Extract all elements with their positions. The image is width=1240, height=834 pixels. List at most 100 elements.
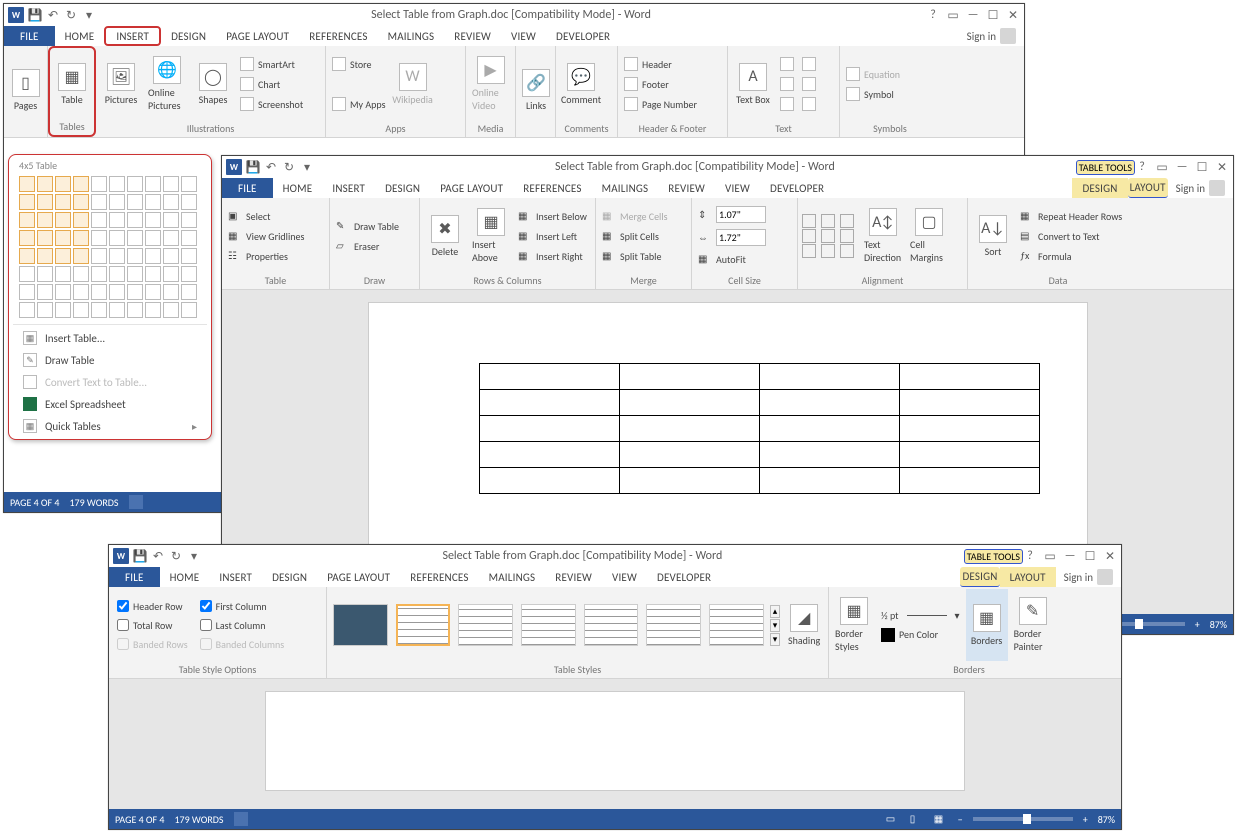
shading-button[interactable]: ◢Shading — [784, 600, 824, 651]
table-grid-cell[interactable] — [181, 194, 197, 210]
table-style-swatch[interactable] — [709, 604, 764, 646]
delete-button[interactable]: ✖Delete — [424, 200, 466, 272]
spelling-icon[interactable] — [234, 812, 248, 826]
insert-table-menu-item[interactable]: ▦Insert Table... — [13, 327, 207, 349]
signin[interactable]: Sign in — [1168, 178, 1233, 198]
col-width-input[interactable]: ⇔ — [696, 227, 793, 248]
table-grid-cell[interactable] — [109, 194, 125, 210]
equation-button[interactable]: Equation — [844, 65, 936, 83]
table-grid-cell[interactable] — [127, 248, 143, 264]
align-bot-center-icon[interactable] — [821, 244, 835, 258]
table-grid-picker[interactable] — [13, 174, 207, 324]
table-grid-cell[interactable] — [37, 176, 53, 192]
page-indicator[interactable]: PAGE 4 OF 4 — [10, 496, 59, 509]
border-painter-button[interactable]: ✎Border Painter — [1012, 589, 1054, 661]
table-grid-cell[interactable] — [37, 302, 53, 318]
wikipedia-button[interactable]: WWikipedia — [392, 48, 434, 120]
split-cells-button[interactable]: ▦Split Cells — [600, 227, 670, 245]
align-bot-left-icon[interactable] — [802, 244, 816, 258]
redo-icon[interactable]: ↻ — [282, 160, 296, 174]
table-grid-cell[interactable] — [109, 302, 125, 318]
table-grid-cell[interactable] — [127, 176, 143, 192]
table-grid-cell[interactable] — [181, 212, 197, 228]
merge-cells-button[interactable]: ▦Merge Cells — [600, 207, 670, 225]
save-icon[interactable]: 💾 — [246, 160, 260, 174]
text-direction-button[interactable]: A↕Text Direction — [862, 200, 904, 272]
table-grid-cell[interactable] — [73, 302, 89, 318]
formula-button[interactable]: ƒxFormula — [1018, 247, 1124, 265]
table-grid-cell[interactable] — [91, 176, 107, 192]
table-grid-cell[interactable] — [19, 302, 35, 318]
repeat-header-button[interactable]: ▦Repeat Header Rows — [1018, 207, 1124, 225]
insert-left-button[interactable]: ▦Insert Left — [516, 227, 589, 245]
close-icon[interactable]: ✕ — [1103, 549, 1117, 563]
view-readmode-icon[interactable]: ▭ — [886, 812, 900, 826]
table-grid-cell[interactable] — [19, 266, 35, 282]
tab-mailings[interactable]: MAILINGS — [592, 178, 659, 198]
table-grid-cell[interactable] — [55, 248, 71, 264]
ribbon-options-icon[interactable]: ▭ — [1043, 549, 1057, 563]
table-grid-cell[interactable] — [19, 194, 35, 210]
split-table-button[interactable]: ▦Split Table — [600, 247, 670, 265]
tab-developer[interactable]: DEVELOPER — [546, 26, 620, 46]
eraser-button[interactable]: ▱Eraser — [334, 237, 401, 255]
word-count[interactable]: 179 WORDS — [69, 496, 118, 509]
redo-icon[interactable]: ↻ — [64, 8, 78, 22]
ribbon-options-icon[interactable]: ▭ — [946, 8, 960, 22]
table-grid-cell[interactable] — [163, 176, 179, 192]
tab-table-layout[interactable]: LAYOUT — [1000, 567, 1056, 587]
draw-table-menu-item[interactable]: ✎Draw Table — [13, 349, 207, 371]
table-grid-cell[interactable] — [55, 230, 71, 246]
last-column-checkbox[interactable]: Last Column — [196, 617, 289, 634]
table-grid-cell[interactable] — [181, 266, 197, 282]
style-gallery-scroll[interactable]: ▴ ▾ ▾ — [770, 605, 781, 646]
table-grid-cell[interactable] — [145, 266, 161, 282]
wordart-button[interactable] — [778, 75, 796, 93]
table-grid-cell[interactable] — [109, 230, 125, 246]
align-top-left-icon[interactable] — [802, 214, 816, 228]
maximize-icon[interactable]: ☐ — [1083, 549, 1097, 563]
table-grid-cell[interactable] — [19, 176, 35, 192]
store-button[interactable]: Store — [330, 55, 388, 73]
tab-home[interactable]: HOME — [160, 567, 210, 587]
border-styles-button[interactable]: ▦Border Styles — [833, 589, 875, 661]
table-grid-cell[interactable] — [73, 248, 89, 264]
convert-to-text-button[interactable]: ▤Convert to Text — [1018, 227, 1124, 245]
pen-weight-dropdown[interactable]: ½ pt▾ — [879, 607, 962, 624]
table-grid-cell[interactable] — [19, 284, 35, 300]
table-grid-cell[interactable] — [109, 284, 125, 300]
minimize-icon[interactable]: — — [1063, 549, 1077, 563]
table-grid-cell[interactable] — [163, 230, 179, 246]
table-grid-cell[interactable] — [145, 302, 161, 318]
tab-design[interactable]: DESIGN — [262, 567, 317, 587]
pictures-button[interactable]: 🖼Pictures — [100, 48, 142, 120]
total-row-checkbox[interactable]: Total Row — [113, 617, 192, 634]
footer-button[interactable]: Footer — [622, 75, 723, 93]
sort-button[interactable]: A↓Sort — [972, 200, 1014, 272]
table-grid-cell[interactable] — [163, 284, 179, 300]
close-icon[interactable]: ✕ — [1215, 160, 1229, 174]
table-grid-cell[interactable] — [181, 248, 197, 264]
table-grid-cell[interactable] — [145, 284, 161, 300]
table-grid-cell[interactable] — [145, 194, 161, 210]
table-grid-cell[interactable] — [55, 284, 71, 300]
table-grid-cell[interactable] — [55, 176, 71, 192]
object-button[interactable] — [800, 95, 818, 113]
insert-right-button[interactable]: ▦Insert Right — [516, 247, 589, 265]
first-column-checkbox[interactable]: First Column — [196, 598, 289, 615]
tab-file[interactable]: FILE — [109, 567, 160, 587]
tab-review[interactable]: REVIEW — [545, 567, 602, 587]
banded-rows-checkbox[interactable]: Banded Rows — [113, 636, 192, 653]
table-grid-cell[interactable] — [73, 230, 89, 246]
tab-insert[interactable]: INSERT — [322, 178, 375, 198]
spelling-icon[interactable] — [129, 495, 143, 509]
table-grid-cell[interactable] — [37, 230, 53, 246]
tab-view[interactable]: VIEW — [501, 26, 546, 46]
table-grid-cell[interactable] — [55, 212, 71, 228]
tab-insert[interactable]: INSERT — [104, 26, 161, 46]
table-grid-cell[interactable] — [127, 212, 143, 228]
date-time-button[interactable] — [800, 75, 818, 93]
table-grid-cell[interactable] — [109, 212, 125, 228]
table-grid-cell[interactable] — [127, 284, 143, 300]
ribbon-options-icon[interactable]: ▭ — [1155, 160, 1169, 174]
